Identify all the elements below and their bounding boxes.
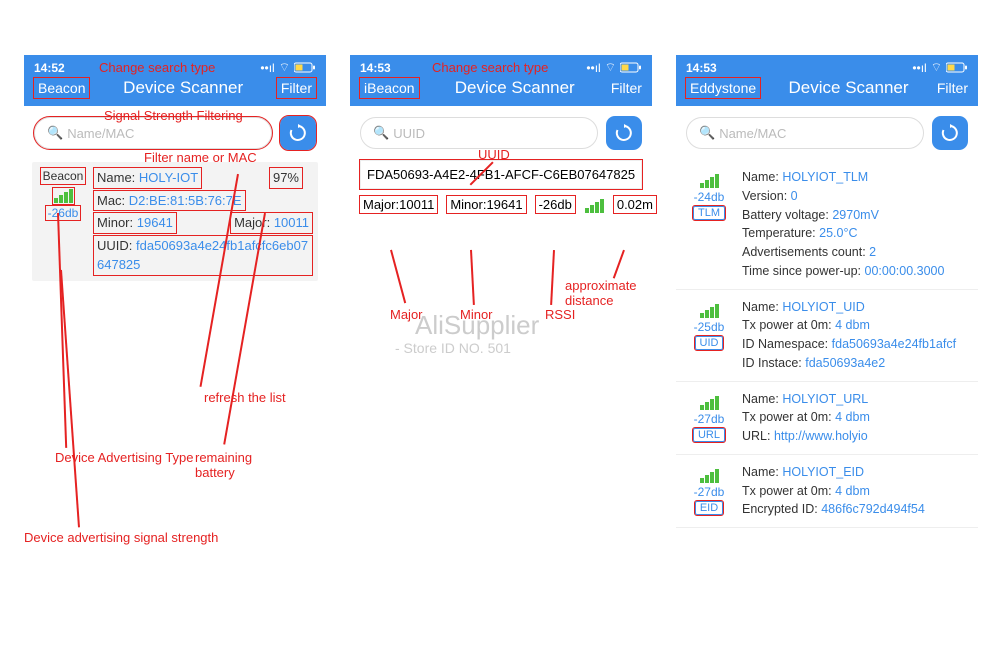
distance-field: 0.02m <box>614 196 656 213</box>
signal-icon <box>700 467 719 483</box>
annotation: Change search type <box>432 60 548 75</box>
rssi-value: -24db <box>694 190 725 204</box>
status-time: 14:53 <box>686 61 717 75</box>
annotation: UUID <box>478 147 510 162</box>
signal-icon: ••ıl <box>912 61 926 75</box>
major-field: Major:10011 <box>360 196 437 213</box>
refresh-button[interactable] <box>932 116 968 150</box>
annotation: Device Advertising Type <box>55 450 194 465</box>
refresh-icon <box>289 124 307 142</box>
annotation: Change search type <box>99 60 215 75</box>
status-icons: ••ıl ⌔ <box>912 60 968 75</box>
search-icon: 🔍 <box>373 125 389 141</box>
annotation: RSSI <box>545 307 575 322</box>
page-title: Device Scanner <box>789 78 909 98</box>
eddy-url-card[interactable]: -27db URL Name: HOLYIOT_URL Tx power at … <box>676 382 978 455</box>
header: 14:53 ••ıl ⌔ Eddystone Device Scanner Fi… <box>676 55 978 106</box>
battery-icon <box>620 62 642 73</box>
signal-icon: ••ıl <box>260 61 274 75</box>
wifi-icon: ⌔ <box>931 60 942 75</box>
uuid-row[interactable]: FDA50693-A4E2-4FB1-AFCF-C6EB07647825 <box>360 160 642 189</box>
eddy-uid-card[interactable]: -25db UID Name: HOLYIOT_UID Tx power at … <box>676 290 978 382</box>
filter-button[interactable]: Filter <box>937 80 968 96</box>
search-placeholder: Name/MAC <box>67 126 134 141</box>
signal-icon <box>585 197 604 213</box>
search-type-button[interactable]: Eddystone <box>686 78 760 98</box>
status-time: 14:52 <box>34 61 65 75</box>
annotation: refresh the list <box>204 390 286 405</box>
eddy-tlm-card[interactable]: -24db TLM Name: HOLYIOT_TLM Version: 0 B… <box>676 160 978 290</box>
battery-icon <box>294 62 316 73</box>
search-icon: 🔍 <box>47 125 63 141</box>
rssi-field: -26db <box>536 196 575 213</box>
wifi-icon: ⌔ <box>605 60 616 75</box>
battery-icon <box>946 62 968 73</box>
annotation: Signal Strength Filtering <box>104 108 243 123</box>
search-type-button[interactable]: iBeacon <box>360 78 419 98</box>
page-title: Device Scanner <box>123 78 243 98</box>
rssi-value: -26db <box>46 206 81 220</box>
page-title: Device Scanner <box>455 78 575 98</box>
status-icons: ••ıl ⌔ <box>260 60 316 75</box>
search-type-button[interactable]: Beacon <box>34 78 89 98</box>
watermark-line2: - Store ID NO. 501 <box>395 340 511 356</box>
refresh-button[interactable] <box>606 116 642 150</box>
signal-icon <box>700 172 719 188</box>
uuid-field: UUID: fda50693a4e24fb1afcfc6eb07647825 <box>94 236 312 275</box>
refresh-icon <box>615 124 633 142</box>
search-icon: 🔍 <box>699 125 715 141</box>
filter-button[interactable]: Filter <box>277 78 316 98</box>
search-placeholder: UUID <box>393 126 425 141</box>
annotation: Device advertising signal strength <box>24 530 218 545</box>
refresh-button[interactable] <box>280 116 316 150</box>
frame-type-tag: URL <box>693 428 725 442</box>
search-placeholder: Name/MAC <box>719 126 786 141</box>
battery-pct: 97% <box>270 168 302 188</box>
frame-type-tag: TLM <box>693 206 725 220</box>
minor-field: Minor: 19641 <box>94 213 176 233</box>
device-card[interactable]: Beacon -26db Name: HOLY-IOT 97% Mac: D2:… <box>32 162 318 281</box>
signal-icon <box>700 394 719 410</box>
wifi-icon: ⌔ <box>279 60 290 75</box>
annotation: Filter name or MAC <box>144 150 257 165</box>
mac-field: Mac: D2:BE:81:5B:76:7E <box>94 191 245 211</box>
frame-type-tag: EID <box>695 501 723 515</box>
annotation: remaining battery <box>195 450 275 480</box>
refresh-icon <box>941 124 959 142</box>
annotation: approximate distance <box>565 278 655 308</box>
rssi-value: -27db <box>694 485 725 499</box>
rssi-value: -25db <box>694 320 725 334</box>
search-input[interactable]: 🔍 UUID <box>360 117 598 149</box>
annotation: Minor <box>460 307 493 322</box>
minor-field: Minor:19641 <box>447 196 525 213</box>
filter-button[interactable]: Filter <box>611 80 642 96</box>
signal-icon: ••ıl <box>586 61 600 75</box>
signal-icon <box>700 302 719 318</box>
signal-icon <box>53 188 74 204</box>
annotation: Major <box>390 307 423 322</box>
adv-type: Beacon <box>41 168 86 184</box>
rssi-value: -27db <box>694 412 725 426</box>
search-input[interactable]: 🔍 Name/MAC <box>686 117 924 149</box>
major-field: Major: 10011 <box>231 213 312 233</box>
frame-type-tag: UID <box>695 336 724 350</box>
eddy-eid-card[interactable]: -27db EID Name: HOLYIOT_EID Tx power at … <box>676 455 978 528</box>
status-time: 14:53 <box>360 61 391 75</box>
name-field: Name: HOLY-IOT <box>94 168 201 188</box>
status-icons: ••ıl ⌔ <box>586 60 642 75</box>
